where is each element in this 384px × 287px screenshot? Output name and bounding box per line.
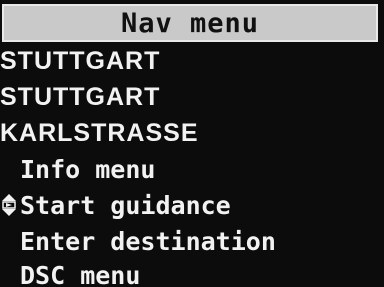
menu-item-info[interactable]: Info menu [20, 152, 155, 186]
menu-item-dsc[interactable]: DSC menu [20, 258, 140, 287]
menu-item-label: Enter destination [20, 226, 276, 256]
menu-item-enter-destination[interactable]: Enter destination [20, 224, 276, 258]
rotary-selector-icon [0, 193, 18, 217]
menu-title: Nav menu [120, 7, 260, 39]
menu-item-label: Start guidance [20, 190, 231, 220]
title-bar: Nav menu [2, 4, 378, 42]
address-city: STUTTGART [0, 46, 161, 75]
menu-item-start-guidance[interactable]: Start guidance [0, 188, 231, 222]
menu-item-label: DSC menu [20, 260, 141, 287]
nav-display: Nav menu STUTTGART STUTTGART KARLSTRASSE… [0, 0, 384, 287]
address-street: KARLSTRASSE [0, 118, 199, 147]
menu-item-label: Info menu [20, 154, 156, 184]
address-district: STUTTGART [0, 82, 161, 111]
